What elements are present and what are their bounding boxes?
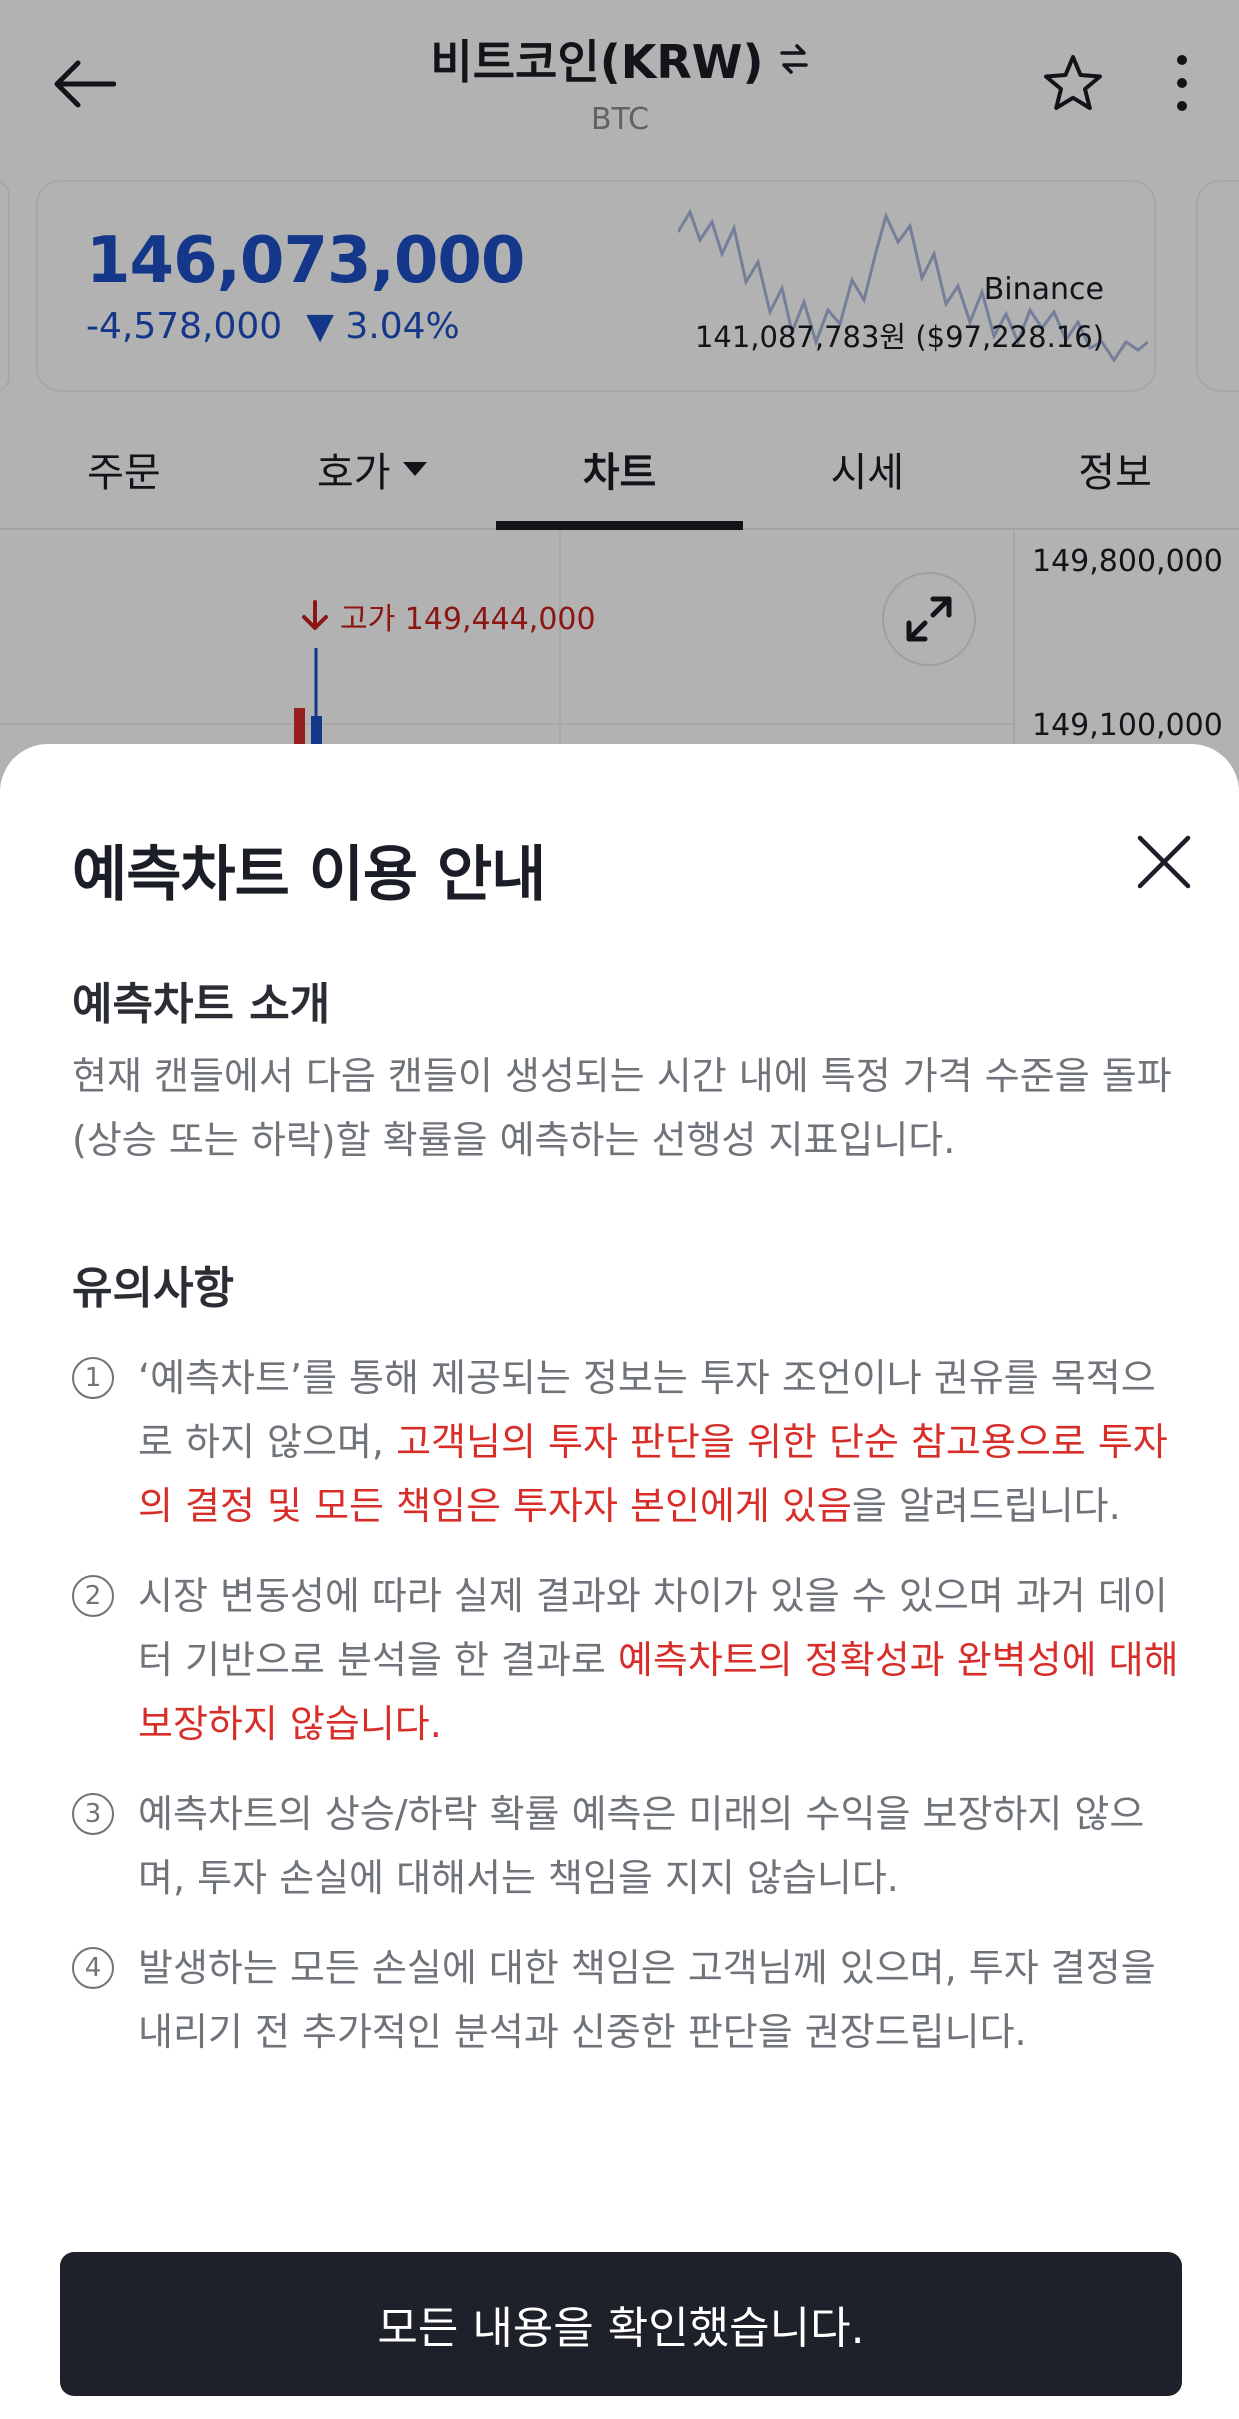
note-text: 발생하는 모든 손실에 대한 책임은 고객님께 있으며, 투자 결정을 내리기 … [138, 1936, 1182, 2064]
sheet-title: 예측차트 이용 안내 [72, 840, 546, 910]
intro-heading: 예측차트 소개 [72, 979, 331, 1030]
close-button[interactable] [1124, 822, 1204, 902]
note-number: 2 [72, 1564, 138, 1756]
close-icon [1137, 835, 1191, 889]
note-text-normal: 을 알려드립니다. [851, 1484, 1121, 1528]
confirm-button[interactable]: 모든 내용을 확인했습니다. [60, 2252, 1182, 2396]
circled-number-icon: 2 [72, 1575, 114, 1617]
notes-list: 1 ‘예측차트’를 통해 제공되는 정보는 투자 조언이나 권유를 목적으로 하… [72, 1346, 1182, 2090]
circled-number-icon: 4 [72, 1947, 114, 1989]
note-number: 3 [72, 1782, 138, 1910]
note-item: 1 ‘예측차트’를 통해 제공되는 정보는 투자 조언이나 권유를 목적으로 하… [72, 1346, 1182, 1538]
note-text: 시장 변동성에 따라 실제 결과와 차이가 있을 수 있으며 과거 데이터 기반… [138, 1564, 1182, 1756]
note-text: ‘예측차트’를 통해 제공되는 정보는 투자 조언이나 권유를 목적으로 하지 … [138, 1346, 1182, 1538]
note-item: 4 발생하는 모든 손실에 대한 책임은 고객님께 있으며, 투자 결정을 내리… [72, 1936, 1182, 2064]
circled-number-icon: 1 [72, 1357, 114, 1399]
notes-heading: 유의사항 [72, 1263, 234, 1314]
note-text-normal: 발생하는 모든 손실에 대한 책임은 고객님께 있으며, 투자 결정을 내리기 … [138, 1946, 1156, 2054]
note-number: 1 [72, 1346, 138, 1538]
note-item: 3 예측차트의 상승/하락 확률 예측은 미래의 수익을 보장하지 않으며, 투… [72, 1782, 1182, 1910]
intro-text: 현재 캔들에서 다음 캔들이 생성되는 시간 내에 특정 가격 수준을 돌파(상… [72, 1054, 1172, 1162]
prediction-chart-guide-sheet: 예측차트 이용 안내 예측차트 소개 현재 캔들에서 다음 캔들이 생성되는 시… [0, 744, 1239, 2419]
note-text: 예측차트의 상승/하락 확률 예측은 미래의 수익을 보장하지 않으며, 투자 … [138, 1782, 1182, 1910]
circled-number-icon: 3 [72, 1793, 114, 1835]
note-text-normal: 예측차트의 상승/하락 확률 예측은 미래의 수익을 보장하지 않으며, 투자 … [138, 1792, 1145, 1900]
note-number: 4 [72, 1936, 138, 2064]
note-item: 2 시장 변동성에 따라 실제 결과와 차이가 있을 수 있으며 과거 데이터 … [72, 1564, 1182, 1756]
